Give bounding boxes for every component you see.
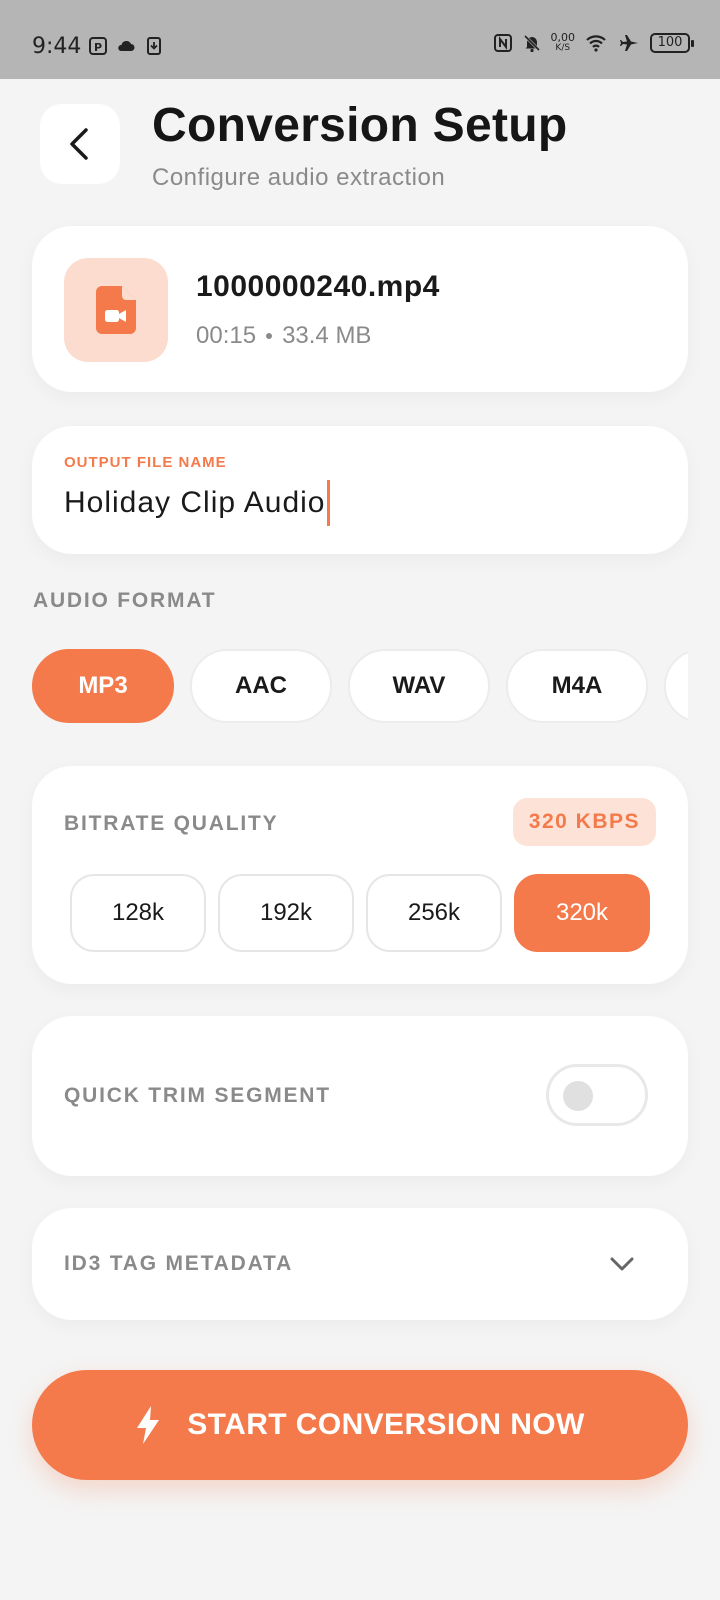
file-size: 33.4 MB xyxy=(282,322,372,349)
toggle-knob xyxy=(563,1081,593,1111)
file-thumbnail xyxy=(64,258,168,362)
output-name-card[interactable]: OUTPUT FILE NAME Holiday Clip Audio xyxy=(32,426,688,554)
audio-format-chips: MP3 AAC WAV M4A xyxy=(32,649,688,725)
quick-trim-toggle[interactable] xyxy=(546,1064,648,1126)
cloud-icon xyxy=(118,40,135,51)
file-meta: 00:15 33.4 MB xyxy=(196,322,371,350)
nfc-icon xyxy=(493,34,512,52)
chevron-down-icon xyxy=(610,1257,634,1271)
file-duration: 00:15 xyxy=(196,322,257,349)
wifi-icon xyxy=(586,35,606,52)
quick-trim-card: QUICK TRIM SEGMENT xyxy=(32,1016,688,1176)
network-speed-value: 0,00 xyxy=(550,31,576,44)
page-subtitle: Configure audio extraction xyxy=(152,164,446,191)
video-file-icon xyxy=(96,286,136,334)
bitrate-badge: 320 KBPS xyxy=(512,798,656,846)
bitrate-option-128k[interactable]: 128k xyxy=(70,874,206,952)
status-time: 9:44 xyxy=(32,34,82,59)
bitrate-option-256k[interactable]: 256k xyxy=(366,874,502,952)
file-name: 1000000240.mp4 xyxy=(196,270,440,303)
source-file-card: 1000000240.mp4 00:15 33.4 MB xyxy=(32,226,688,392)
bell-muted-icon xyxy=(523,34,540,53)
network-speed-unit: K/S xyxy=(555,43,571,53)
svg-text:P: P xyxy=(94,41,102,54)
text-caret xyxy=(327,480,331,526)
format-chip-mp3[interactable]: MP3 xyxy=(32,649,174,723)
page-title: Conversion Setup xyxy=(152,99,568,152)
parking-icon: P xyxy=(89,37,107,55)
output-name-value: Holiday Clip Audio xyxy=(64,486,326,519)
status-right-icons: 0,00 K/S 100 xyxy=(493,32,694,54)
battery-indicator: 100 xyxy=(650,33,694,53)
format-chip-more[interactable] xyxy=(664,649,688,723)
audio-format-label: AUDIO FORMAT xyxy=(33,589,217,612)
status-left-icons: P xyxy=(88,36,164,56)
airplane-icon xyxy=(620,35,638,51)
lightning-icon xyxy=(137,1406,160,1444)
id3-metadata-card[interactable]: ID3 TAG METADATA xyxy=(32,1208,688,1320)
chevron-left-icon xyxy=(70,128,88,160)
meta-separator-dot xyxy=(266,333,273,339)
download-icon xyxy=(147,37,161,55)
network-speed: 0,00 K/S xyxy=(551,32,576,54)
bitrate-label: BITRATE QUALITY xyxy=(64,812,279,835)
format-chip-wav[interactable]: WAV xyxy=(348,649,490,723)
bitrate-card: BITRATE QUALITY 320 KBPS 128k 192k 256k … xyxy=(32,766,688,984)
start-conversion-label: START CONVERSION NOW xyxy=(187,1408,585,1441)
output-name-field[interactable]: Holiday Clip Audio xyxy=(64,480,654,526)
format-chip-aac[interactable]: AAC xyxy=(190,649,332,723)
format-chip-m4a[interactable]: M4A xyxy=(506,649,648,723)
status-bar: 9:44 P 0,00 K/S 100 xyxy=(0,0,720,79)
bitrate-option-192k[interactable]: 192k xyxy=(218,874,354,952)
back-button[interactable] xyxy=(40,104,120,184)
bitrate-option-320k[interactable]: 320k xyxy=(514,874,650,952)
start-conversion-button[interactable]: START CONVERSION NOW xyxy=(32,1370,688,1480)
id3-metadata-label: ID3 TAG METADATA xyxy=(64,1252,294,1275)
quick-trim-label: QUICK TRIM SEGMENT xyxy=(64,1084,331,1107)
output-name-label: OUTPUT FILE NAME xyxy=(64,454,227,471)
